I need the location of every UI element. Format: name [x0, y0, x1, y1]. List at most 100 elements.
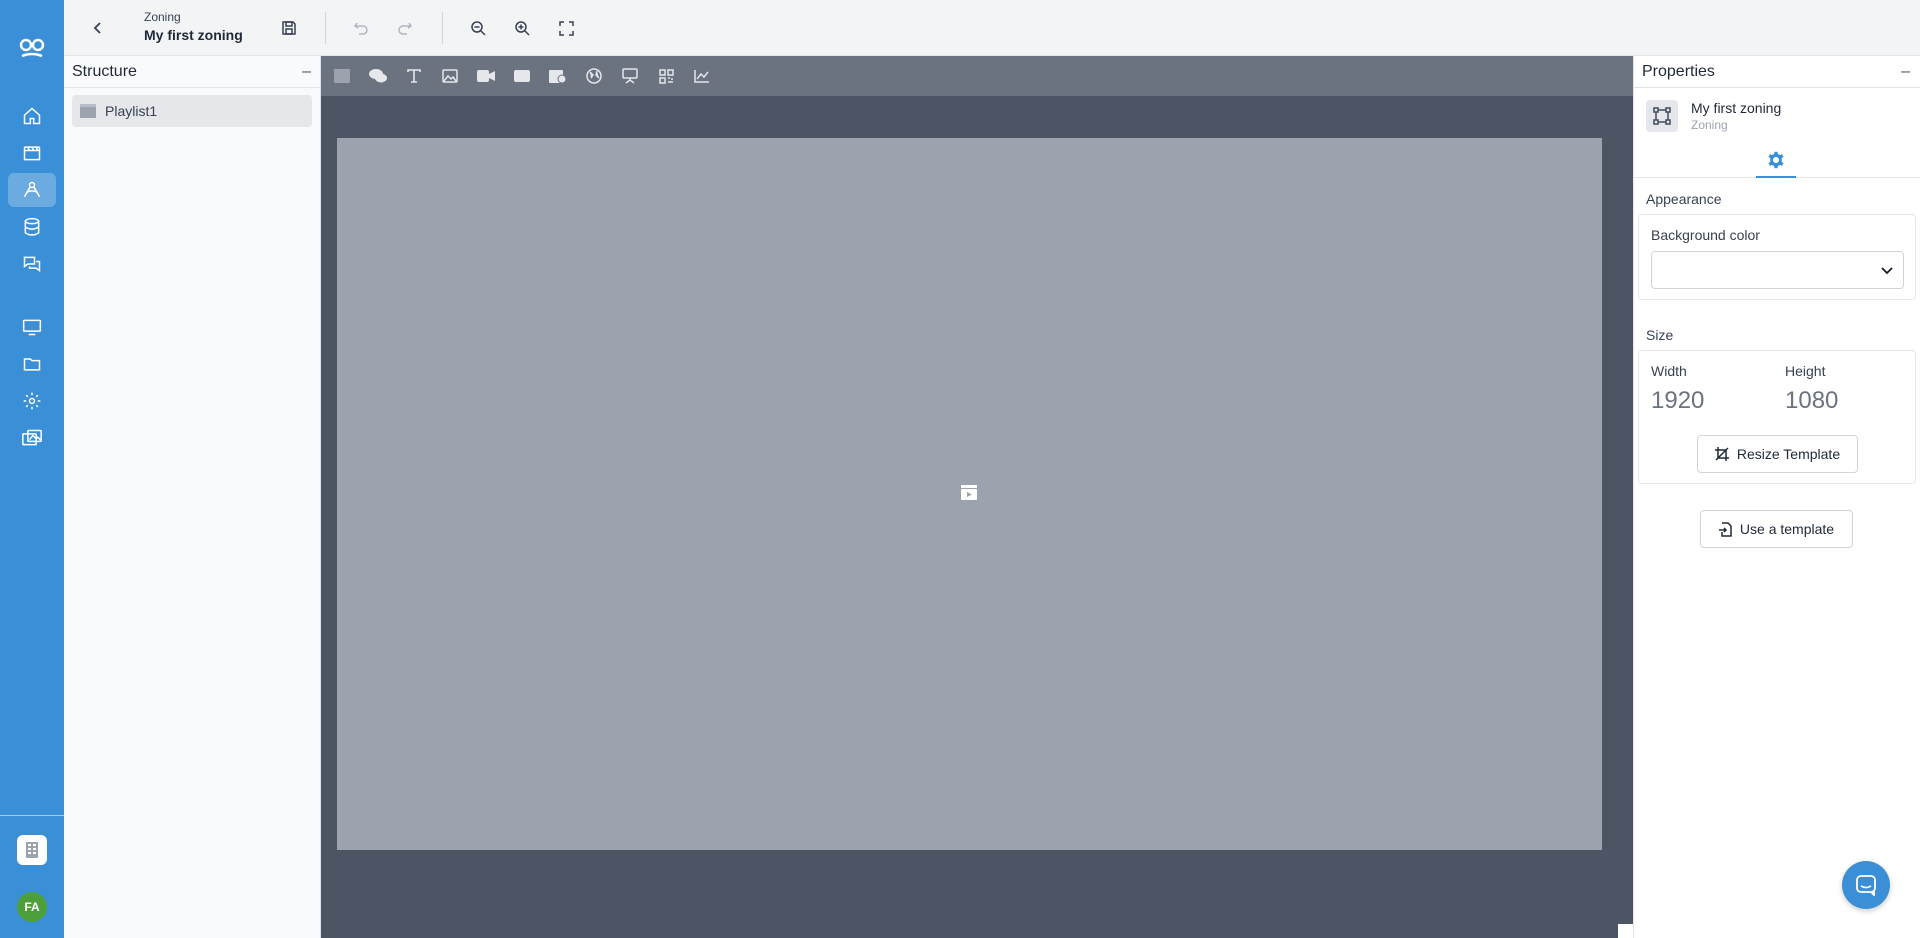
gear-icon — [1768, 151, 1784, 169]
width-label: Width — [1651, 363, 1687, 379]
size-section-label: Size — [1646, 327, 1674, 343]
nav-home[interactable] — [8, 99, 56, 133]
document-type: Zoning — [144, 10, 181, 24]
background-color-select[interactable] — [1651, 251, 1904, 289]
add-text-widget[interactable] — [403, 65, 425, 87]
social-widget-icon — [369, 69, 387, 83]
properties-title: Properties — [1642, 62, 1715, 80]
media-icon — [22, 429, 42, 446]
properties-panel: Properties – My first zoning Zoning Appe… — [1633, 56, 1920, 938]
toolbar-divider — [325, 12, 326, 44]
selected-object-name: My first zoning — [1691, 100, 1782, 116]
structure-title: Structure — [72, 62, 137, 80]
collapse-structure-button[interactable]: – — [302, 63, 311, 80]
chevron-down-icon — [1881, 267, 1893, 275]
playlist-widget-icon — [334, 69, 350, 83]
support-chat-button[interactable] — [1842, 861, 1890, 909]
add-image-widget[interactable] — [439, 65, 461, 87]
qr-widget-icon — [658, 68, 674, 84]
width-value: 1920 — [1651, 387, 1705, 414]
tree-item-label: Playlist1 — [105, 103, 158, 119]
nav-players[interactable] — [8, 310, 56, 344]
selected-object-type: Zoning — [1691, 118, 1728, 132]
back-button[interactable] — [84, 14, 112, 42]
playlist-icon — [23, 146, 41, 161]
save-button[interactable] — [275, 14, 303, 42]
fullscreen-icon — [558, 20, 574, 36]
nav-files[interactable] — [8, 347, 56, 381]
resize-corner — [1618, 924, 1633, 938]
add-chart-widget[interactable] — [691, 65, 713, 87]
zoning-icon — [23, 181, 41, 198]
properties-tabs — [1634, 144, 1920, 178]
chevron-left-icon — [93, 22, 101, 34]
tree-item-playlist1[interactable]: Playlist1 — [72, 95, 312, 127]
shape-widget-icon — [514, 70, 530, 82]
nav-data[interactable] — [8, 210, 56, 244]
redo-button[interactable] — [391, 14, 419, 42]
chart-widget-icon — [694, 70, 709, 83]
height-label: Height — [1785, 363, 1826, 379]
app-logo-icon[interactable] — [16, 32, 48, 64]
home-icon — [23, 107, 41, 125]
zoom-out-icon — [470, 20, 486, 36]
fit-screen-button[interactable] — [552, 14, 580, 42]
playlist-zone-icon — [961, 485, 977, 505]
crop-icon — [1714, 447, 1729, 461]
nav-messages[interactable] — [8, 247, 56, 281]
add-video-widget[interactable] — [475, 65, 497, 87]
image-widget-icon — [442, 69, 458, 83]
add-playlist-widget[interactable] — [331, 65, 353, 87]
toolbar-divider — [442, 12, 443, 44]
zoning-object-icon — [1646, 100, 1678, 132]
nav-zoning[interactable] — [8, 173, 56, 207]
nav-settings[interactable] — [8, 384, 56, 418]
add-shape-widget[interactable] — [511, 65, 533, 87]
nav-playlists[interactable] — [8, 136, 56, 170]
add-presentation-widget[interactable] — [619, 65, 641, 87]
size-card: Width Height 1920 1080 Resize Template — [1638, 350, 1916, 484]
schedule-widget-icon — [549, 70, 567, 84]
tenant-switcher[interactable] — [17, 835, 47, 865]
zoom-out-button[interactable] — [464, 14, 492, 42]
playlist-icon — [80, 104, 96, 118]
web-widget-icon — [586, 68, 602, 84]
collapse-properties-button[interactable]: – — [1901, 63, 1910, 80]
zoom-in-button[interactable] — [508, 14, 536, 42]
chat-icon — [1856, 875, 1876, 896]
structure-header: Structure – — [64, 56, 320, 88]
selected-object: My first zoning Zoning — [1646, 100, 1781, 132]
messages-icon — [23, 256, 41, 273]
resize-template-label: Resize Template — [1736, 446, 1841, 462]
building-icon — [26, 842, 38, 858]
resize-template-button[interactable]: Resize Template — [1697, 435, 1858, 473]
add-schedule-widget[interactable] — [547, 65, 569, 87]
add-social-widget[interactable] — [367, 65, 389, 87]
presentation-widget-icon — [622, 68, 638, 84]
use-template-label: Use a template — [1739, 521, 1835, 537]
redo-icon — [398, 22, 413, 35]
video-widget-icon — [477, 70, 495, 82]
nav-media[interactable] — [8, 421, 56, 455]
document-import-icon — [1718, 521, 1732, 537]
undo-button[interactable] — [347, 14, 375, 42]
background-color-label: Background color — [1651, 227, 1760, 243]
document-title: Zoning My first zoning — [144, 10, 243, 43]
app-rail: FA — [0, 0, 64, 938]
text-widget-icon — [407, 69, 421, 83]
height-value: 1080 — [1785, 387, 1839, 414]
zoning-stage[interactable] — [337, 138, 1602, 850]
add-web-widget[interactable] — [583, 65, 605, 87]
tab-settings[interactable] — [1756, 144, 1796, 178]
user-avatar[interactable]: FA — [17, 892, 47, 922]
undo-icon — [353, 22, 368, 35]
canvas-area — [321, 56, 1633, 938]
folder-icon — [23, 358, 41, 371]
settings-icon — [23, 392, 41, 410]
use-template-button[interactable]: Use a template — [1700, 510, 1853, 548]
monitor-icon — [22, 319, 42, 336]
editor-topbar: Zoning My first zoning — [64, 0, 1920, 56]
appearance-section-label: Appearance — [1646, 191, 1722, 207]
database-icon — [24, 217, 40, 236]
add-qr-widget[interactable] — [655, 65, 677, 87]
